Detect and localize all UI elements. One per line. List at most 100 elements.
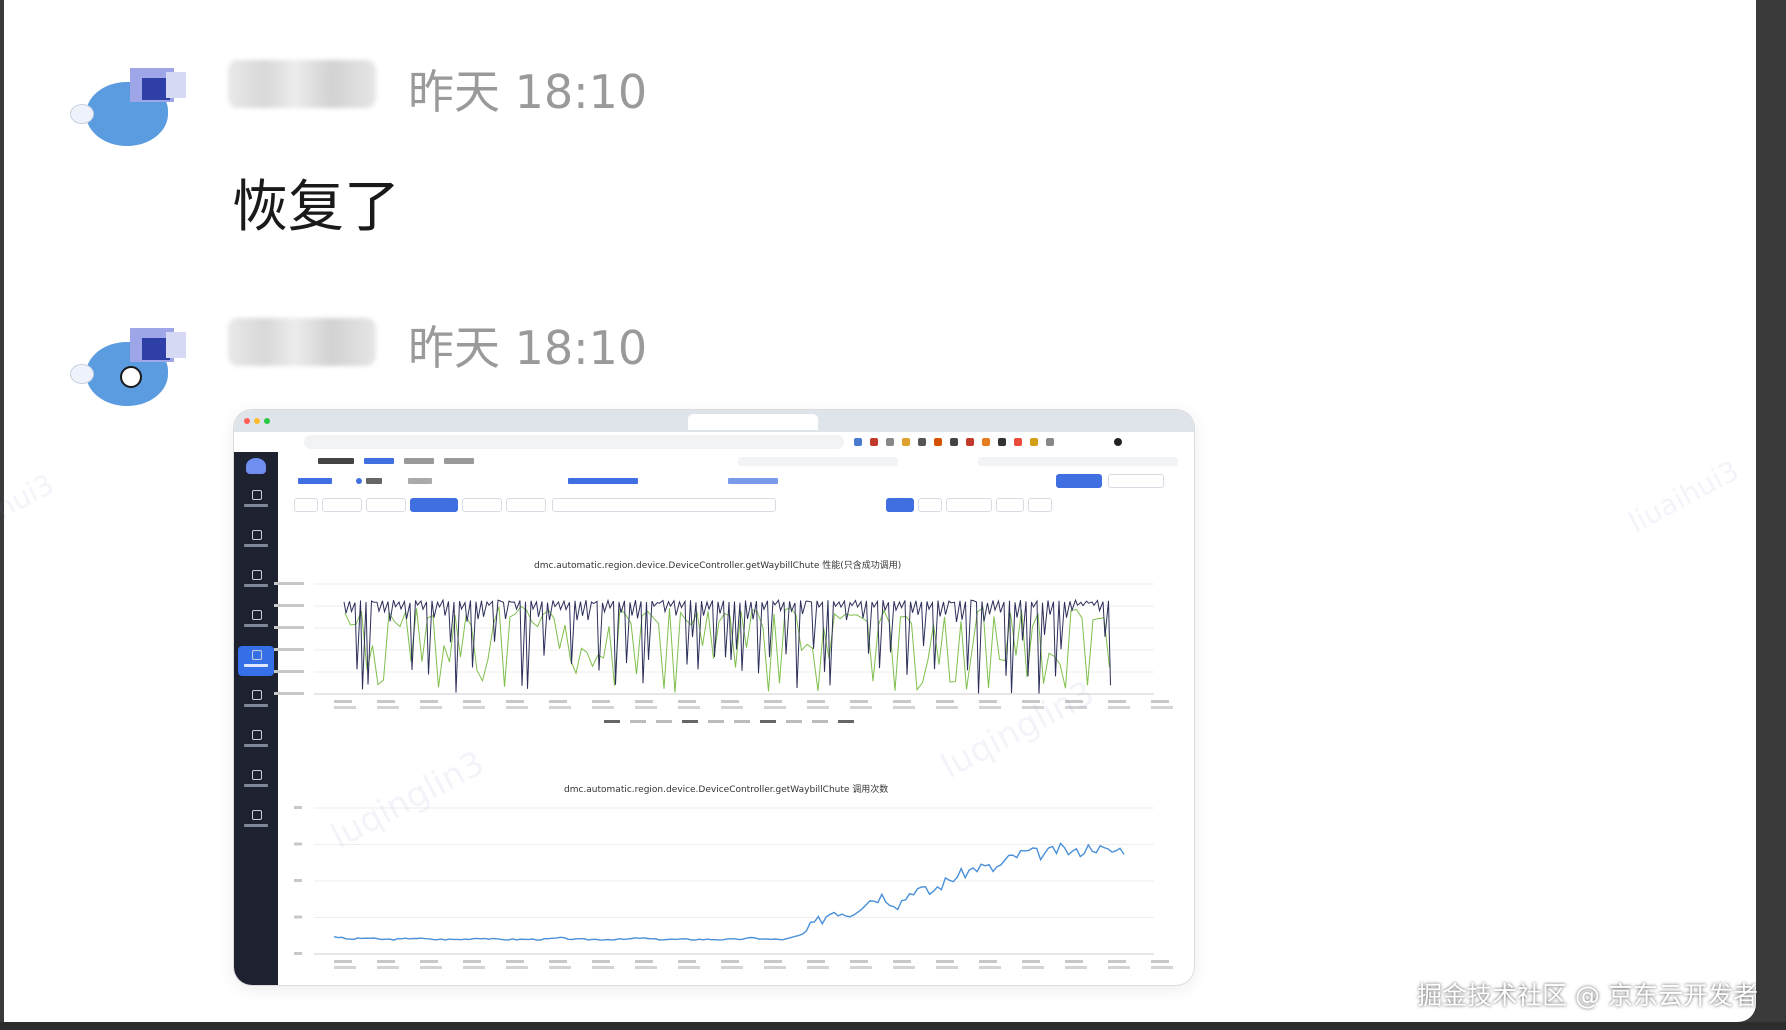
x-tick-label — [463, 966, 485, 969]
x-tick-label — [549, 706, 571, 709]
legend-item — [604, 720, 620, 723]
x-tick-label — [678, 700, 696, 703]
x-tick-label — [549, 700, 567, 703]
x-tick-label — [1151, 700, 1169, 703]
x-tick-label — [678, 706, 700, 709]
legend-item — [838, 720, 854, 723]
x-tick-label — [549, 966, 571, 969]
x-tick-label — [1065, 706, 1087, 709]
x-tick-label — [807, 706, 829, 709]
x-tick-label — [463, 960, 481, 963]
y-tick-label — [294, 879, 302, 882]
legend-item — [708, 720, 724, 723]
x-tick-label — [420, 960, 438, 963]
x-tick-label — [764, 960, 782, 963]
x-tick-label — [463, 700, 481, 703]
avatar[interactable] — [70, 60, 186, 150]
x-tick-label — [979, 706, 1001, 709]
legend-item — [786, 720, 802, 723]
x-tick-label — [1022, 706, 1044, 709]
embedded-filters — [278, 472, 1194, 520]
x-tick-label — [678, 966, 700, 969]
y-tick-label — [274, 670, 304, 673]
x-tick-label — [334, 706, 356, 709]
x-tick-label — [1065, 700, 1083, 703]
x-tick-label — [592, 700, 610, 703]
x-tick-label — [1151, 960, 1169, 963]
x-tick-label — [592, 706, 614, 709]
x-tick-label — [850, 960, 868, 963]
browser-urlbar — [234, 432, 1194, 453]
x-tick-label — [1151, 966, 1173, 969]
x-tick-label — [1022, 700, 1040, 703]
x-tick-label — [1065, 966, 1087, 969]
x-tick-label — [334, 700, 352, 703]
x-tick-label — [1065, 960, 1083, 963]
x-tick-label — [1108, 700, 1126, 703]
x-tick-label — [635, 966, 657, 969]
message-image[interactable]: dmc.automatic.region.device.DeviceContro… — [234, 410, 1194, 985]
x-tick-label — [420, 706, 442, 709]
x-tick-label — [1022, 966, 1044, 969]
bottom-strip — [0, 1022, 1786, 1030]
avatar[interactable] — [70, 320, 186, 410]
x-tick-label — [377, 966, 399, 969]
x-tick-label — [635, 960, 653, 963]
x-tick-label — [979, 960, 997, 963]
footer-watermark: 掘金技术社区 @ 京东云开发者 — [1417, 981, 1758, 1010]
legend-item — [760, 720, 776, 723]
message-time: 昨天 18:10 — [408, 65, 648, 119]
x-tick-label — [979, 700, 997, 703]
x-tick-label — [377, 960, 395, 963]
sender-name-blurred — [228, 318, 376, 366]
x-tick-label — [936, 700, 954, 703]
y-tick-label — [294, 842, 302, 846]
x-tick-label — [334, 966, 356, 969]
x-tick-label — [850, 706, 872, 709]
y-tick-label — [274, 626, 304, 629]
watermark: hui3 — [0, 467, 60, 526]
x-tick-label — [463, 706, 485, 709]
x-tick-label — [377, 706, 399, 709]
x-tick-label — [506, 700, 524, 703]
chat-panel: 昨天 18:10 恢复了 昨天 18:10 dmc.automatic.regi… — [0, 0, 1756, 1022]
x-tick-label — [592, 966, 614, 969]
x-tick-label — [893, 706, 915, 709]
x-tick-label — [721, 706, 743, 709]
x-tick-label — [506, 960, 524, 963]
legend-item — [734, 720, 750, 723]
x-tick-label — [420, 966, 442, 969]
x-tick-label — [1108, 966, 1130, 969]
y-tick-label — [274, 692, 304, 695]
x-tick-label — [721, 966, 743, 969]
watermark: liuaihui3 — [1623, 453, 1745, 540]
x-tick-label — [807, 960, 825, 963]
x-tick-label — [893, 700, 911, 703]
x-tick-label — [936, 706, 958, 709]
call-count-chart — [294, 806, 1173, 969]
legend-item — [656, 720, 672, 723]
y-tick-label — [274, 582, 304, 585]
x-tick-label — [979, 966, 1001, 969]
x-tick-label — [721, 960, 739, 963]
x-tick-label — [1108, 706, 1130, 709]
message-time: 昨天 18:10 — [408, 321, 648, 375]
x-tick-label — [807, 700, 825, 703]
x-tick-label — [334, 960, 352, 963]
x-tick-label — [592, 960, 610, 963]
performance-chart — [274, 582, 1173, 723]
legend-item — [682, 720, 698, 723]
legend-item — [812, 720, 828, 723]
x-tick-label — [506, 966, 528, 969]
x-tick-label — [893, 960, 911, 963]
y-tick-label — [294, 915, 302, 919]
x-tick-label — [936, 960, 954, 963]
x-tick-label — [549, 960, 567, 963]
x-tick-label — [807, 966, 829, 969]
x-tick-label — [764, 700, 782, 703]
x-tick-label — [764, 966, 786, 969]
x-tick-label — [1108, 960, 1126, 963]
y-tick-label — [294, 952, 302, 955]
embedded-topnav — [278, 452, 1194, 473]
message-text[interactable]: 恢复了 — [232, 162, 400, 243]
